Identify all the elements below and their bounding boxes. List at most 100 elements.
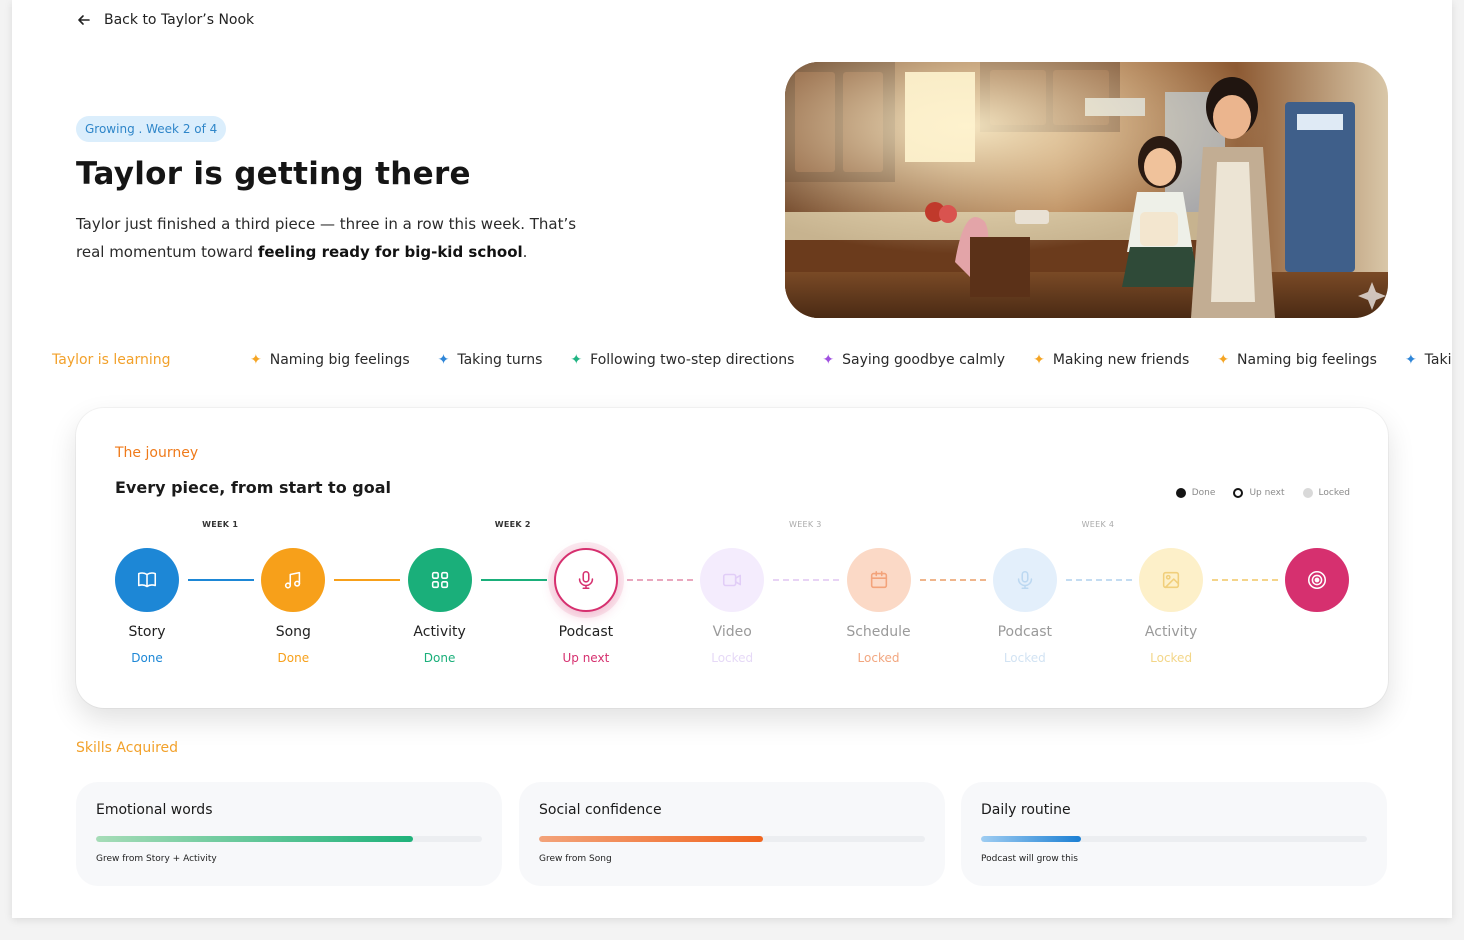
arrow-left-icon bbox=[78, 15, 90, 25]
journey-connector bbox=[1065, 579, 1132, 581]
journey-node-label: Story bbox=[128, 624, 166, 640]
week-label: WEEK 1 bbox=[202, 520, 239, 529]
legend-upnext-label: Up next bbox=[1249, 488, 1285, 498]
page: Back to Taylor’s Nook Growing . Week 2 o… bbox=[12, 0, 1452, 918]
image-icon bbox=[1160, 569, 1182, 591]
journey-node-status: Done bbox=[131, 651, 163, 665]
journey-node-schedule-6[interactable] bbox=[846, 548, 911, 612]
journey-node-label: Podcast bbox=[558, 624, 614, 640]
skill-progress-fill bbox=[539, 836, 763, 842]
learning-item-label: Naming big feelings bbox=[1237, 352, 1377, 368]
sparkle-icon: ✦ bbox=[250, 352, 262, 368]
legend-upnext: Up next bbox=[1233, 488, 1285, 498]
learning-item: ✦ Naming big feelings bbox=[1217, 352, 1377, 368]
journey-node-status: Locked bbox=[857, 651, 900, 665]
week-label: WEEK 4 bbox=[1081, 520, 1115, 529]
skill-card: Social confidence Grew from Song bbox=[519, 782, 945, 886]
journey-connector bbox=[626, 579, 693, 581]
journey-node-song-2[interactable] bbox=[261, 548, 326, 612]
journey-node-podcast-7[interactable] bbox=[992, 548, 1057, 612]
journey-card: The journey Every piece, from start to g… bbox=[76, 408, 1388, 708]
legend-locked-label: Locked bbox=[1318, 488, 1350, 498]
journey-node-status: Up next bbox=[562, 651, 610, 665]
journey-node-status: Locked bbox=[711, 651, 754, 665]
journey-node-label: Activity bbox=[1144, 624, 1198, 640]
skill-progress-fill bbox=[981, 836, 1082, 842]
learning-item-label: Taking turns bbox=[457, 352, 543, 368]
skill-note: Podcast will grow this bbox=[981, 854, 1078, 864]
week-label: WEEK 3 bbox=[788, 520, 822, 529]
learning-item: ✦ Following two-step directions bbox=[570, 352, 794, 368]
journey-node-podcast-4[interactable] bbox=[553, 548, 618, 612]
journey-node-label: Schedule bbox=[846, 624, 911, 640]
learning-label: Taylor is learning bbox=[52, 352, 171, 368]
sparkle-icon: ✦ bbox=[1033, 352, 1045, 368]
skill-title: Emotional words bbox=[96, 802, 213, 818]
target-icon bbox=[1306, 569, 1328, 591]
calendar-icon bbox=[868, 569, 890, 591]
journey-node-status: Locked bbox=[1150, 651, 1193, 665]
journey-connector bbox=[773, 579, 840, 581]
journey-node-video-5[interactable] bbox=[700, 548, 765, 612]
journey-connector bbox=[334, 579, 401, 581]
journey-node-label: Video bbox=[712, 624, 752, 640]
legend-done: Done bbox=[1175, 488, 1216, 498]
sparkle-icon: ✦ bbox=[437, 352, 450, 368]
skill-title: Daily routine bbox=[981, 802, 1071, 818]
sparkle-icon: ✦ bbox=[1217, 352, 1230, 368]
journey-node-activity-3[interactable] bbox=[407, 548, 472, 612]
mic-icon bbox=[1014, 569, 1036, 591]
journey-node-label: Podcast bbox=[997, 624, 1053, 640]
sparkle-icon: ✦ bbox=[570, 352, 583, 368]
learning-ticker: ✦ Naming big feelings ✦ Taking turns ✦ Follow… bbox=[250, 352, 1452, 368]
skills-label: Skills Acquired bbox=[76, 740, 179, 756]
learning-item: ✦ Naming big feelings bbox=[250, 352, 410, 368]
journey-connector bbox=[188, 579, 254, 581]
week-label: WEEK 2 bbox=[494, 520, 531, 529]
journey-node-status: Locked bbox=[1003, 651, 1046, 665]
hero-description-end: . bbox=[522, 243, 528, 261]
journey-legend: Done Up next Locked bbox=[1175, 488, 1350, 498]
hero-illustration bbox=[785, 62, 1388, 318]
hero-description: Taylor just finished a third piece — thr… bbox=[76, 210, 596, 266]
learning-item-label: Making new friends bbox=[1052, 352, 1190, 368]
legend-done-dot bbox=[1175, 488, 1186, 498]
journey-connector bbox=[1212, 579, 1279, 581]
journey-node-activity-8[interactable] bbox=[1139, 548, 1204, 612]
hero-goal-highlight: feeling ready for big-kid school bbox=[257, 243, 523, 261]
journey-connector bbox=[919, 579, 986, 581]
learning-item-label: Following two-step directions bbox=[590, 352, 795, 368]
skill-card: Emotional words Grew from Story + Activit… bbox=[76, 782, 502, 886]
grid-icon bbox=[429, 569, 451, 591]
legend-locked: Locked bbox=[1302, 488, 1350, 498]
learning-item-label: Taking turns bbox=[1424, 352, 1452, 368]
sparkle-icon: ✦ bbox=[822, 352, 835, 368]
learning-item: ✦ Making new friends bbox=[1033, 352, 1189, 368]
music-icon bbox=[282, 569, 304, 591]
sparkle-icon: ✦ bbox=[1404, 352, 1417, 368]
mic-icon bbox=[575, 569, 597, 591]
skill-progress-bar bbox=[539, 836, 925, 842]
journey-node-label: Activity bbox=[413, 624, 466, 640]
journey-eyebrow: The journey bbox=[115, 445, 199, 461]
legend-done-label: Done bbox=[1191, 488, 1216, 498]
journey-node-status: Done bbox=[277, 651, 310, 665]
skill-note: Grew from Story + Activity bbox=[96, 854, 217, 864]
skill-progress-bar bbox=[981, 836, 1367, 842]
journey-node-label: Song bbox=[275, 624, 311, 640]
back-link[interactable]: Back to Taylor’s Nook bbox=[76, 12, 254, 28]
video-icon bbox=[721, 569, 743, 591]
journey-goal-node[interactable] bbox=[1285, 548, 1350, 612]
learning-item: ✦ Taking turns bbox=[438, 352, 543, 368]
stage-badge: Growing . Week 2 of 4 bbox=[76, 116, 227, 142]
back-link-label: Back to Taylor’s Nook bbox=[104, 12, 255, 28]
skill-title: Social confidence bbox=[539, 802, 662, 818]
journey-node-status: Done bbox=[423, 651, 456, 665]
legend-upnext-dot bbox=[1233, 488, 1244, 498]
legend-locked-dot bbox=[1302, 488, 1313, 498]
learning-item: ✦ Taking turns bbox=[1405, 352, 1452, 368]
journey-node-story-1[interactable] bbox=[115, 548, 179, 612]
learning-item-label: Naming big feelings bbox=[269, 352, 410, 368]
skill-note: Grew from Song bbox=[539, 854, 612, 864]
book-icon bbox=[136, 569, 158, 591]
